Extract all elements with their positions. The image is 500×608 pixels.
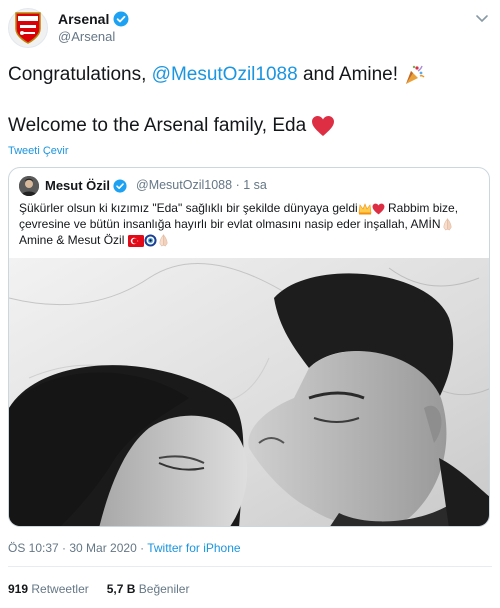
arsenal-crest-icon [15,12,41,44]
tweet-stats: 919 Retweetler 5,7 B Beğeniler [8,582,189,596]
mention-link[interactable]: @MesutOzil1088 [152,64,298,85]
praying-hands-icon [159,234,168,247]
quoted-time[interactable]: 1 sa [243,178,267,192]
evil-eye-icon [144,234,157,247]
retweets-stat[interactable]: 919 Retweetler [8,582,89,596]
quoted-text-line-2: çevresine ve bütün insanlığa hayırlı bir… [19,216,484,232]
tweet-timestamp: ÖS 10:37 · 30 Mar 2020 · Twitter for iPh… [8,541,241,555]
quoted-author-name[interactable]: Mesut Özil [45,178,127,193]
author-name[interactable]: Arsenal [58,11,129,27]
quoted-text-line-1: Şükürler olsun ki kızımız "Eda" sağlıklı… [19,201,459,215]
praying-hands-icon [443,218,452,231]
divider [8,566,492,567]
verified-badge-icon [113,11,129,27]
author-handle[interactable]: @Arsenal [58,29,115,44]
avatar-image [19,176,39,196]
quoted-text: Şükürler olsun ki kızımız "Eda" sağlıklı… [19,200,484,248]
chevron-down-icon[interactable] [474,10,490,26]
avatar[interactable] [8,8,48,48]
quoted-avatar[interactable] [19,176,39,196]
photo-image [9,258,489,526]
source-link[interactable]: Twitter for iPhone [147,541,240,555]
translate-tweet-link[interactable]: Tweeti Çevir [8,145,69,157]
tweet-text-line-1: Congratulations, @MesutOzil1088 and Amin… [8,63,425,87]
party-popper-icon [406,65,425,84]
red-heart-icon [372,203,385,215]
quoted-handle[interactable]: @MesutOzil1088 [136,178,232,192]
crown-icon [358,203,372,215]
quoted-handle-time: @MesutOzil1088 · 1 sa [136,178,267,192]
likes-stat[interactable]: 5,7 B Beğeniler [107,582,190,596]
turkey-flag-icon [127,234,144,247]
tweet-card: Arsenal @Arsenal Congratulations, @Mesut… [0,0,500,608]
quoted-tweet[interactable]: Mesut Özil @MesutOzil1088 · 1 sa Şükürle… [8,167,490,527]
tweet-text-line-2: Welcome to the Arsenal family, Eda [8,114,335,138]
quoted-text-line-3: Amine & Mesut Özil [19,232,484,248]
verified-badge-icon [113,178,127,193]
quoted-photo[interactable] [9,258,489,526]
red-heart-icon [312,115,335,136]
